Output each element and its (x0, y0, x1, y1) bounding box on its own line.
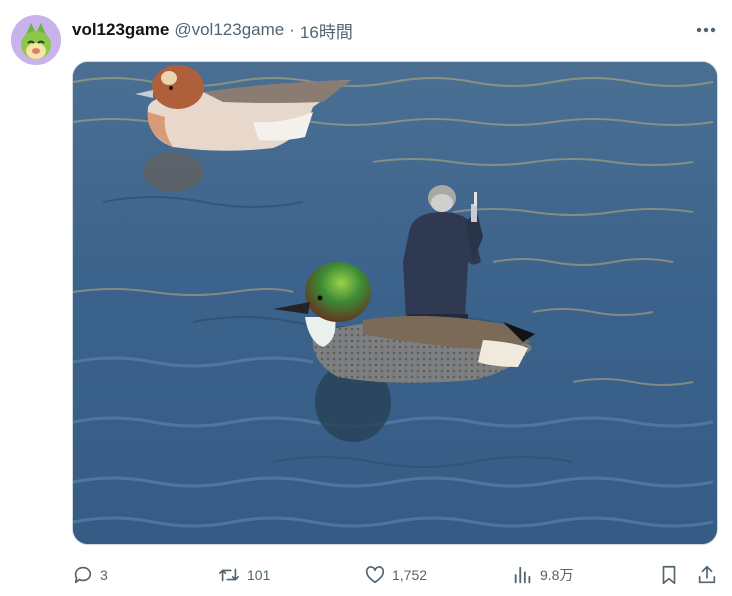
post-timestamp[interactable]: 16時間 (300, 18, 353, 43)
more-options-button[interactable] (694, 20, 718, 40)
separator-dot: · (289, 20, 295, 39)
bookmark-button[interactable] (658, 562, 680, 588)
post-actions: 3 101 1,752 9.8万 (72, 562, 722, 588)
repost-icon (219, 568, 239, 582)
reply-count: 3 (100, 567, 108, 583)
like-count: 1,752 (392, 567, 428, 583)
repost-count: 101 (247, 567, 271, 583)
more-options-icon (696, 27, 716, 33)
avatar[interactable] (11, 15, 61, 65)
views-button[interactable]: 9.8万 (512, 562, 573, 588)
share-icon (698, 565, 716, 584)
views-icon (514, 566, 531, 584)
reply-icon (74, 566, 92, 584)
share-button[interactable] (696, 562, 718, 588)
green-creature-avatar-icon (11, 15, 61, 65)
like-button[interactable]: 1,752 (364, 562, 427, 588)
bookmark-icon (662, 565, 676, 585)
reply-button[interactable]: 3 (72, 562, 108, 588)
user-handle[interactable]: @vol123game (174, 20, 284, 40)
post-header: vol123game @vol123game · 16時間 (72, 18, 353, 43)
like-icon (365, 566, 385, 584)
post-media[interactable] (72, 61, 718, 545)
duck-photo (73, 62, 717, 544)
repost-button[interactable]: 101 (217, 562, 270, 588)
display-name[interactable]: vol123game (72, 20, 169, 40)
views-count: 9.8万 (540, 567, 574, 583)
